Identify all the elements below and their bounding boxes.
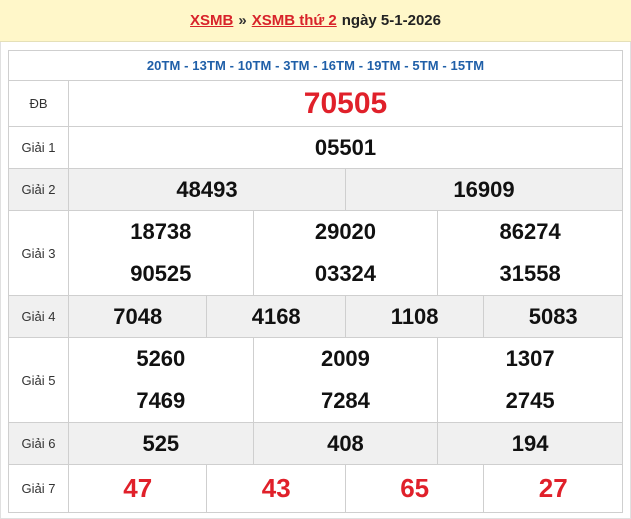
prize-g6-2: 408 bbox=[252, 422, 439, 465]
row-g7: Giải 7 47 43 65 27 bbox=[8, 464, 623, 513]
prize-g3-4: 90525 bbox=[130, 261, 192, 286]
row-g2: Giải 2 48493 16909 bbox=[8, 168, 624, 211]
page-header: XSMB » XSMB thứ 2 ngày 5-1-2026 bbox=[0, 0, 631, 42]
prize-g3-col2: 29020 03324 bbox=[252, 210, 439, 296]
prize-g1: 05501 bbox=[68, 126, 623, 169]
prize-g5-col2: 2009 7284 bbox=[252, 337, 439, 423]
row-g6: Giải 6 525 408 194 bbox=[8, 422, 623, 465]
prize-g5-1: 5260 bbox=[136, 346, 186, 371]
prize-g5-4: 7469 bbox=[136, 388, 186, 413]
prize-g6-1: 525 bbox=[68, 422, 254, 465]
label-g2: Giải 2 bbox=[8, 168, 69, 211]
prize-g7-2: 43 bbox=[206, 464, 346, 513]
row-g5: Giải 5 5260 7469 2009 7284 1307 2745 bbox=[8, 337, 623, 423]
row-g1: Giải 1 05501 bbox=[8, 126, 623, 169]
prize-special: 70505 bbox=[68, 80, 623, 127]
prize-g4-3: 1108 bbox=[344, 295, 485, 338]
prize-g2-2: 16909 bbox=[344, 168, 624, 211]
prize-g4-4: 5083 bbox=[483, 295, 623, 338]
xsmb-monday-link[interactable]: XSMB thứ 2 bbox=[252, 12, 337, 29]
label-g4: Giải 4 bbox=[8, 295, 69, 338]
prize-g3-3: 86274 bbox=[499, 219, 561, 244]
label-g3: Giải 3 bbox=[8, 210, 69, 296]
breadcrumb-separator: » bbox=[238, 12, 247, 29]
prize-g7-1: 47 bbox=[67, 464, 208, 513]
results-table: ĐB 70505 Giải 1 05501 Giải 2 48493 16909… bbox=[8, 80, 624, 513]
prize-g3-col1: 18738 90525 bbox=[68, 210, 254, 296]
label-g7: Giải 7 bbox=[8, 464, 69, 513]
row-special: ĐB 70505 bbox=[8, 80, 623, 127]
prize-g4-2: 4168 bbox=[206, 295, 346, 338]
prize-g3-col3: 86274 31558 bbox=[437, 210, 623, 296]
label-g6: Giải 6 bbox=[8, 422, 69, 465]
xsmb-link[interactable]: XSMB bbox=[190, 12, 233, 29]
prize-g4-1: 7048 bbox=[67, 295, 208, 338]
label-g5: Giải 5 bbox=[8, 337, 69, 423]
prize-g3-1: 18738 bbox=[130, 219, 192, 244]
draw-date: ngày 5-1-2026 bbox=[341, 12, 441, 29]
prize-g2-1: 48493 bbox=[68, 168, 346, 211]
prize-g6-3: 194 bbox=[437, 422, 623, 465]
prize-g5-col1: 5260 7469 bbox=[68, 337, 254, 423]
prize-g3-2: 29020 bbox=[314, 219, 377, 244]
prize-g5-col3: 1307 2745 bbox=[437, 337, 623, 423]
prize-g5-6: 2745 bbox=[505, 388, 555, 413]
prize-g7-4: 27 bbox=[483, 464, 623, 513]
prize-g5-5: 7284 bbox=[320, 388, 370, 413]
prize-g7-3: 65 bbox=[344, 464, 485, 513]
special-codes: 20TM - 13TM - 10TM - 3TM - 16TM - 19TM -… bbox=[8, 50, 623, 80]
prize-g5-2: 2009 bbox=[320, 346, 370, 371]
row-g3: Giải 3 18738 90525 29020 03324 86274 31558 bbox=[8, 210, 623, 296]
label-special: ĐB bbox=[8, 80, 69, 127]
prize-g5-3: 1307 bbox=[505, 346, 555, 371]
label-g1: Giải 1 bbox=[8, 126, 69, 169]
prize-g3-6: 31558 bbox=[499, 261, 561, 286]
prize-g3-5: 03324 bbox=[314, 261, 377, 286]
row-g4: Giải 4 7048 4168 1108 5083 bbox=[8, 295, 623, 338]
